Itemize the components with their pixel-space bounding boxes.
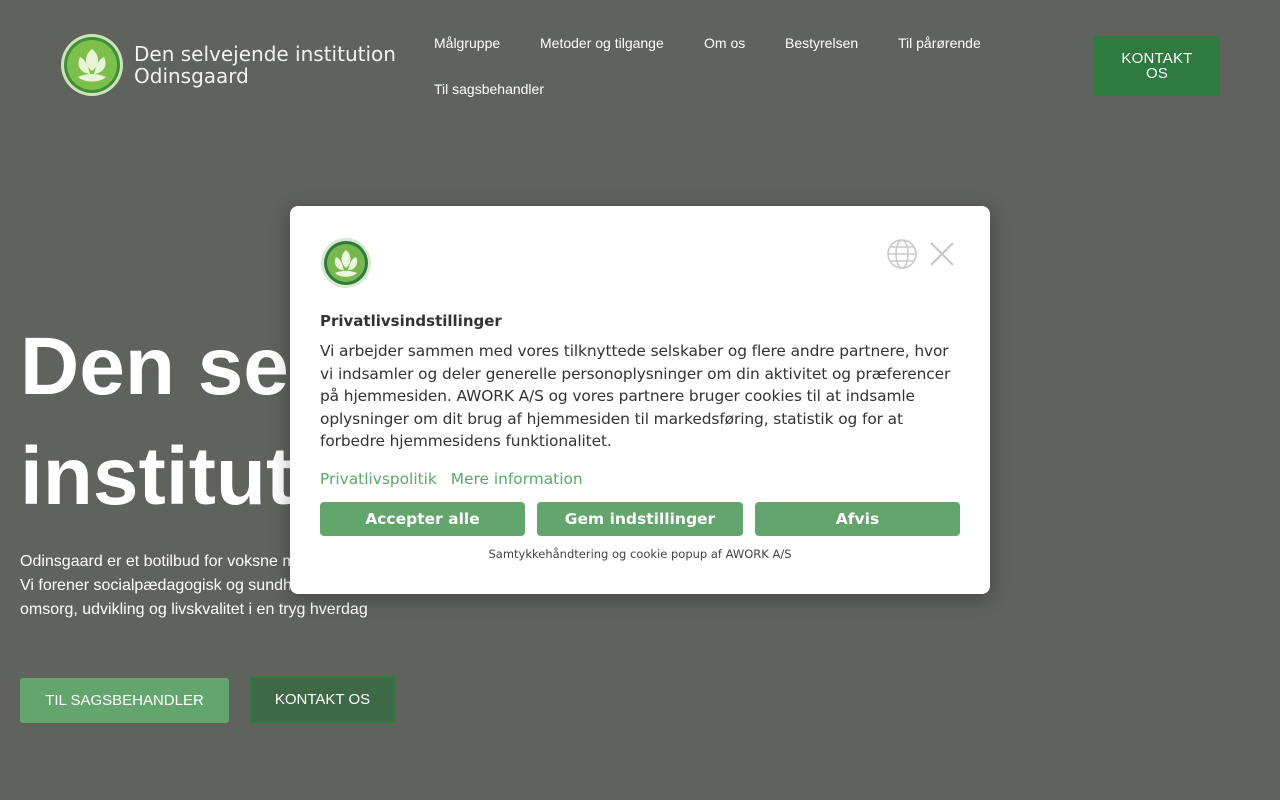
nav-item-metoder[interactable]: Metoder og tilgange <box>540 35 664 51</box>
logo-line-1: Den selvejende institution <box>134 42 396 66</box>
logo-line-2: Odinsgaard <box>134 64 249 88</box>
privacy-policy-link[interactable]: Privatlivspolitik <box>320 470 437 488</box>
hero-title: Den selvejende institution <box>20 312 290 532</box>
site-logo[interactable]: Den selvejende institution Odinsgaard <box>60 33 396 97</box>
nav-item-maalgruppe[interactable]: Målgruppe <box>434 35 500 51</box>
dialog-footer-credit: Samtykkehåndtering og cookie popup af AW… <box>488 547 792 561</box>
hero-contact-button[interactable]: KONTAKT OS <box>249 676 396 723</box>
hero-title-line-2: institution <box>20 431 290 522</box>
nav-item-om-os[interactable]: Om os <box>704 35 745 51</box>
close-icon[interactable] <box>929 241 955 267</box>
to-caseworker-label: TIL SAGSBEHANDLER <box>45 692 204 709</box>
dialog-title: Privatlivsindstillinger <box>320 312 502 330</box>
hero-desc-line-2: Vi forener socialpædagogisk og sundhedsf… <box>20 577 290 594</box>
logo-wordmark: Den selvejende institution Odinsgaard <box>134 43 396 87</box>
dialog-links: Privatlivspolitik Mere information <box>320 470 592 488</box>
language-globe-icon[interactable] <box>886 238 918 270</box>
hero-desc-line-3: omsorg, udvikling og livskvalitet i en t… <box>20 601 368 618</box>
accept-all-button[interactable]: Accepter alle <box>320 502 525 536</box>
reject-button[interactable]: Afvis <box>755 502 960 536</box>
nav-item-bestyrelsen[interactable]: Bestyrelsen <box>785 35 858 51</box>
nav-item-sagsbehandler[interactable]: Til sagsbehandler <box>434 81 544 97</box>
header-contact-label: KONTAKT OS <box>1121 50 1193 82</box>
to-caseworker-button[interactable]: TIL SAGSBEHANDLER <box>20 678 229 723</box>
save-settings-label: Gem indstillinger <box>564 510 716 528</box>
reject-label: Afvis <box>835 510 880 528</box>
save-settings-button[interactable]: Gem indstillinger <box>537 502 743 536</box>
hero-desc-line-1: Odinsgaard er et botilbud for voksne med <box>20 553 290 570</box>
dialog-body-text: Vi arbejder sammen med vores tilknyttede… <box>320 342 951 450</box>
hero-description: Odinsgaard er et botilbud for voksne med… <box>20 550 290 598</box>
hero-contact-label: KONTAKT OS <box>274 691 371 708</box>
cookie-consent-dialog: Privatlivsindstillinger Vi arbejder samm… <box>290 206 990 594</box>
hero-title-line-1: Den selvejende <box>20 321 290 412</box>
header-contact-button[interactable]: KONTAKT OS <box>1094 36 1220 96</box>
more-information-link[interactable]: Mere information <box>451 470 583 488</box>
accept-all-label: Accepter alle <box>365 510 480 528</box>
logo-leaf-icon <box>61 34 123 96</box>
dialog-logo-icon <box>321 238 371 288</box>
nav-item-paaroerende[interactable]: Til pårørende <box>898 35 981 51</box>
